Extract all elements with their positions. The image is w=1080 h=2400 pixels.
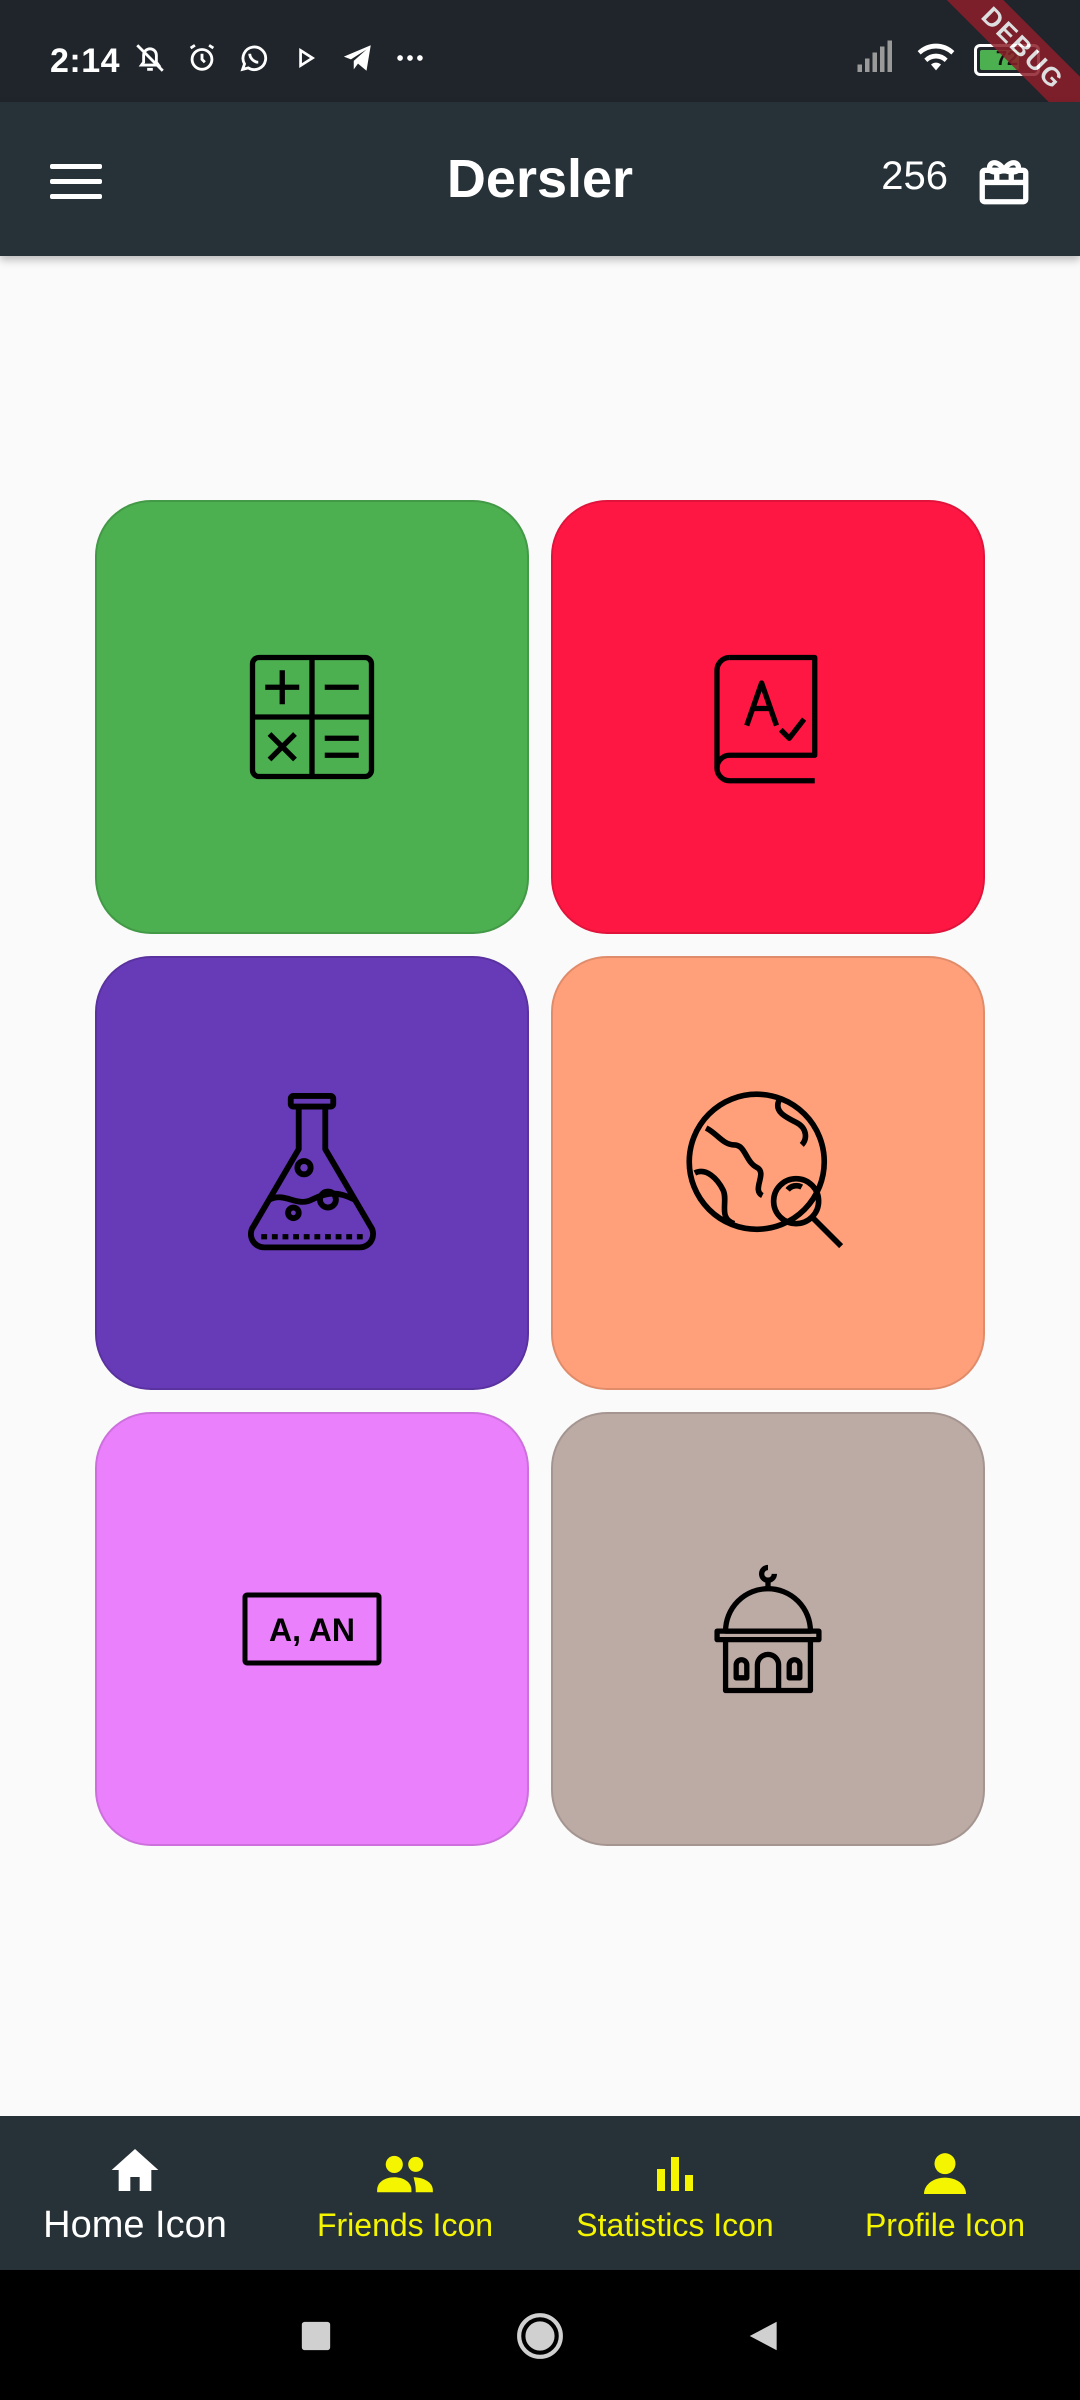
gift-button[interactable] — [968, 144, 1040, 216]
bell-off-icon — [132, 40, 168, 76]
nav-label-statistics: Statistics Icon — [576, 2206, 774, 2243]
wifi-icon — [916, 40, 956, 79]
coin-count: 256 — [881, 154, 948, 198]
subject-grid: A, AN — [95, 500, 985, 1846]
home-icon — [105, 2140, 165, 2200]
telegram-icon — [340, 40, 376, 76]
flask-icon — [247, 1093, 377, 1251]
nav-label-profile: Profile Icon — [864, 2206, 1026, 2243]
bottom-navigation: Home Icon Friends Icon Statistics Icon P… — [0, 2116, 1080, 2270]
turkish-tile[interactable] — [551, 500, 985, 934]
friends-icon — [375, 2143, 435, 2203]
article-a-an-icon: A, AN — [242, 1592, 382, 1666]
status-notification-icons — [132, 40, 428, 76]
home-circle-icon — [517, 2313, 563, 2359]
english-tile[interactable]: A, AN — [95, 1412, 529, 1846]
nav-label-home: Home Icon — [43, 2203, 227, 2246]
nav-item-friends[interactable]: Friends Icon — [270, 2116, 540, 2270]
article-icon-text: A, AN — [269, 1612, 355, 1648]
mosque-icon — [714, 1564, 822, 1694]
app-bar: Dersler 256 — [0, 102, 1080, 256]
more-icon — [392, 40, 428, 76]
geography-tile[interactable] — [551, 956, 985, 1390]
system-navigation-bar — [0, 2270, 1080, 2400]
recents-button[interactable] — [288, 2308, 344, 2364]
nav-item-statistics[interactable]: Statistics Icon — [540, 2116, 810, 2270]
status-bar: 2:14 72 DEBUG — [0, 0, 1080, 144]
signal-icon — [856, 40, 898, 79]
dictionary-book-icon — [714, 654, 818, 784]
play-icon — [288, 40, 324, 76]
nav-item-profile[interactable]: Profile Icon — [810, 2116, 1080, 2270]
nav-label-friends: Friends Icon — [316, 2206, 494, 2243]
whatsapp-icon — [236, 40, 272, 76]
home-system-button[interactable] — [512, 2308, 568, 2364]
math-tile[interactable] — [95, 500, 529, 934]
back-button[interactable] — [736, 2308, 792, 2364]
statistics-icon — [645, 2143, 705, 2203]
back-icon — [749, 2321, 777, 2351]
status-time: 2:14 — [50, 42, 121, 80]
recents-icon — [301, 2321, 331, 2351]
calculator-icon — [249, 654, 375, 780]
gift-icon — [979, 160, 1029, 205]
nav-item-home[interactable]: Home Icon — [0, 2116, 270, 2270]
profile-icon — [915, 2143, 975, 2203]
alarm-icon — [184, 40, 220, 76]
religion-tile[interactable] — [551, 1412, 985, 1846]
science-tile[interactable] — [95, 956, 529, 1390]
globe-search-icon — [686, 1091, 844, 1249]
